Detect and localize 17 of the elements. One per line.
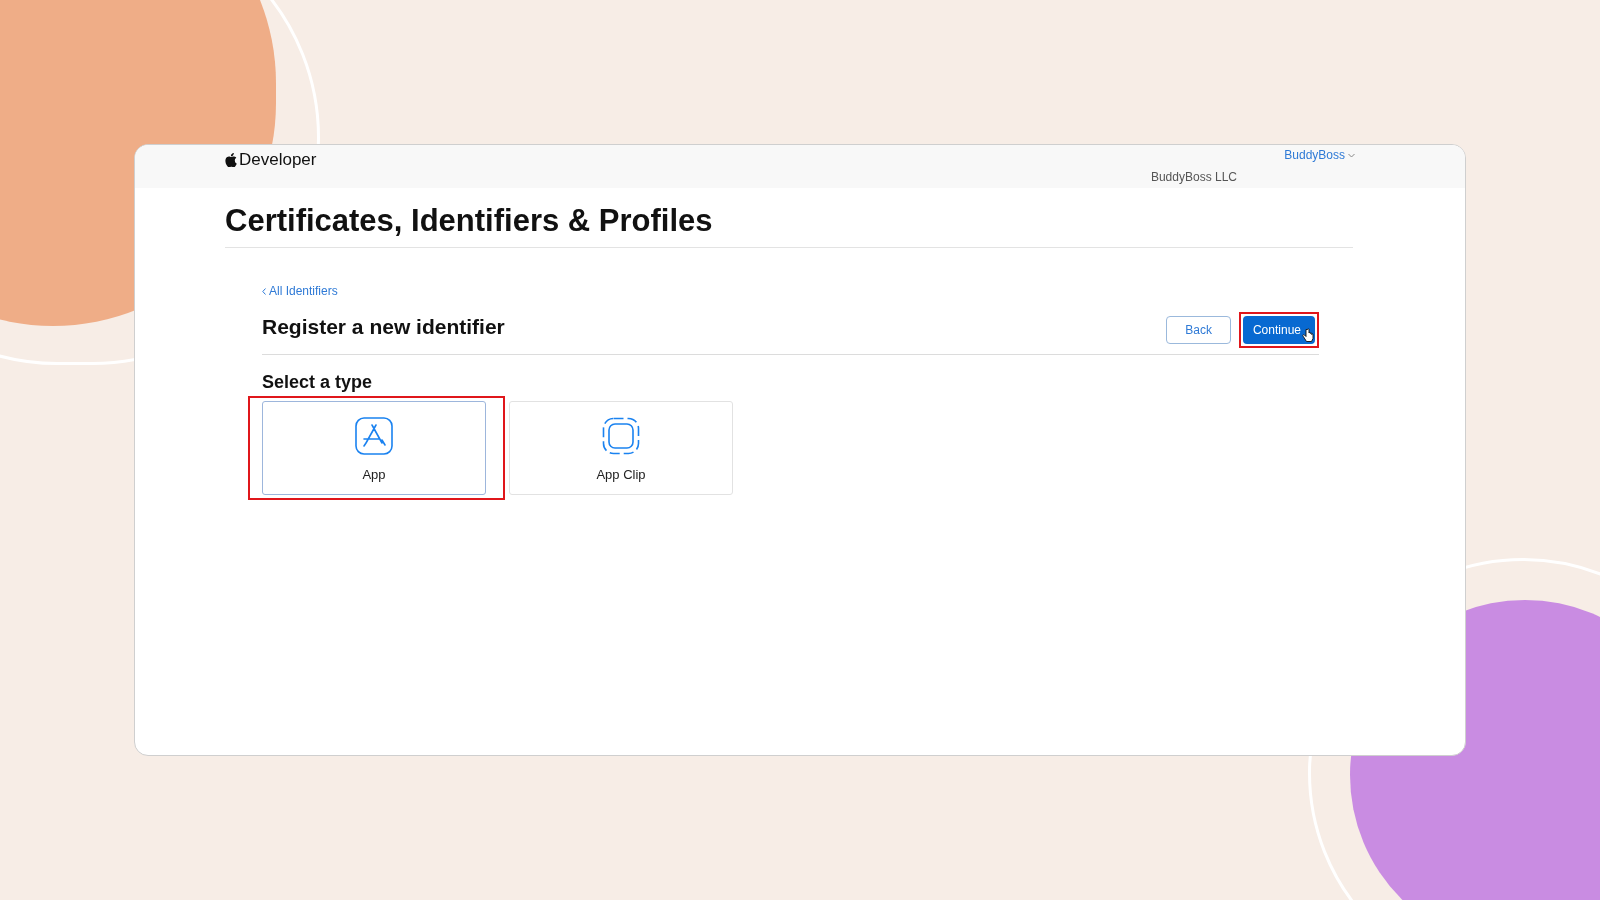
chevron-down-icon: [1348, 152, 1355, 158]
app-clip-icon: [602, 416, 640, 455]
section-title: Register a new identifier: [262, 313, 505, 340]
continue-button[interactable]: Continue: [1242, 315, 1315, 344]
type-option-card[interactable]: App: [262, 400, 486, 495]
type-option-card[interactable]: App Clip: [509, 400, 733, 495]
brand-name: Developer: [239, 149, 317, 172]
chevron-left-icon: [262, 287, 266, 295]
app-store-icon: [355, 416, 393, 455]
back-button[interactable]: Back: [1166, 315, 1231, 344]
page-title: Certificates, Identifiers & Profiles: [225, 198, 1353, 248]
back-link[interactable]: All Identifiers: [262, 283, 338, 298]
select-type-label: Select a type: [262, 370, 374, 394]
apple-logo-icon: [225, 153, 237, 167]
team-name: BuddyBoss LLC: [1150, 169, 1237, 186]
hand-cursor-icon: [1302, 327, 1314, 343]
account-menu[interactable]: BuddyBoss: [1284, 146, 1355, 164]
